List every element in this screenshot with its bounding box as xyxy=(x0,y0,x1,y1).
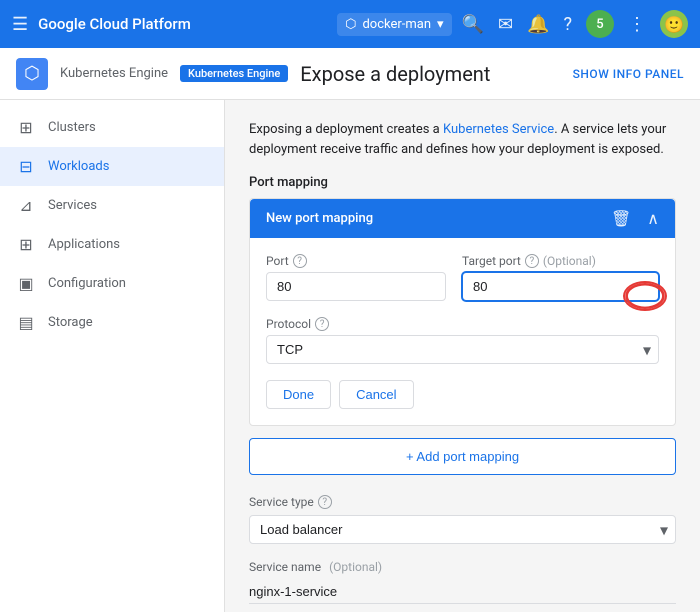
protocol-help-icon[interactable]: ? xyxy=(315,317,329,331)
sidebar-item-services[interactable]: ⊿ Services xyxy=(0,186,224,225)
sidebar-item-configuration[interactable]: ▣ Configuration xyxy=(0,264,224,303)
port-help-icon[interactable]: ? xyxy=(293,254,307,268)
port-mapping-card: New port mapping 🗑 ∧ Port ? xyxy=(249,198,676,426)
notification-icon[interactable]: 🔔 xyxy=(527,14,549,35)
target-port-help-icon[interactable]: ? xyxy=(525,254,539,268)
protocol-group: Protocol ? TCP UDP ▾ xyxy=(266,317,659,364)
target-port-optional: (Optional) xyxy=(543,254,596,268)
sub-header: ⬡ Kubernetes Engine Kubernetes Engine Ex… xyxy=(0,48,700,100)
sidebar-item-applications[interactable]: ⊞ Applications xyxy=(0,225,224,264)
port-group: Port ? xyxy=(266,254,446,301)
add-port-mapping-button[interactable]: + Add port mapping xyxy=(249,438,676,475)
storage-icon: ▤ xyxy=(16,313,36,332)
avatar[interactable]: 5 xyxy=(586,10,614,38)
help-icon[interactable]: ? xyxy=(563,14,572,35)
sidebar-item-storage[interactable]: ▤ Storage xyxy=(0,303,224,342)
top-navigation: ☰ Google Cloud Platform ⬡ docker-man ▾ 🔍… xyxy=(0,0,700,48)
protocol-select-wrapper: TCP UDP ▾ xyxy=(266,335,659,364)
service-name-optional: (Optional) xyxy=(329,560,382,574)
project-name: docker-man xyxy=(362,17,431,32)
workloads-icon: ⊟ xyxy=(16,157,36,176)
done-button[interactable]: Done xyxy=(266,380,331,409)
service-name-section: Service name (Optional) xyxy=(249,560,676,604)
k8s-icon: ⬡ xyxy=(16,58,48,90)
port-input[interactable] xyxy=(266,272,446,301)
search-icon[interactable]: 🔍 xyxy=(462,14,484,35)
card-body: Port ? Target port ? (Optional) xyxy=(250,238,675,425)
clusters-icon: ⊞ xyxy=(16,118,36,137)
configuration-label: Configuration xyxy=(48,276,126,291)
port-target-row: Port ? Target port ? (Optional) xyxy=(266,254,659,301)
breadcrumb-badge: Kubernetes Engine xyxy=(180,65,288,82)
main-layout: ⊞ Clusters ⊟ Workloads ⊿ Services ⊞ Appl… xyxy=(0,100,700,612)
storage-label: Storage xyxy=(48,315,93,330)
delete-icon[interactable]: 🗑 xyxy=(611,209,631,228)
content-area: Exposing a deployment creates a Kubernet… xyxy=(225,100,700,612)
collapse-icon[interactable]: ∧ xyxy=(647,209,659,228)
services-label: Services xyxy=(48,198,97,213)
service-name-label: Service name (Optional) xyxy=(249,560,676,574)
cancel-button[interactable]: Cancel xyxy=(339,380,413,409)
service-name-input[interactable] xyxy=(249,580,676,604)
target-port-input[interactable] xyxy=(462,272,659,301)
sidebar: ⊞ Clusters ⊟ Workloads ⊿ Services ⊞ Appl… xyxy=(0,100,225,612)
configuration-icon: ▣ xyxy=(16,274,36,293)
port-mapping-section-label: Port mapping xyxy=(249,175,676,190)
services-icon: ⊿ xyxy=(16,196,36,215)
project-dropdown-icon: ▾ xyxy=(437,17,444,32)
sidebar-item-workloads[interactable]: ⊟ Workloads xyxy=(0,147,224,186)
menu-icon[interactable]: ☰ xyxy=(12,14,28,35)
card-title: New port mapping xyxy=(266,211,373,226)
user-avatar-image: 🙂 xyxy=(660,10,688,38)
kubernetes-service-link[interactable]: Kubernetes Service xyxy=(443,122,554,137)
service-type-help-icon[interactable]: ? xyxy=(318,495,332,509)
show-info-panel-button[interactable]: SHOW INFO PANEL xyxy=(573,67,684,81)
service-type-select[interactable]: Load balancer ClusterIP NodePort xyxy=(249,515,676,544)
sidebar-item-clusters[interactable]: ⊞ Clusters xyxy=(0,108,224,147)
more-icon[interactable]: ⋮ xyxy=(628,14,646,35)
protocol-label: Protocol ? xyxy=(266,317,659,331)
clusters-label: Clusters xyxy=(48,120,96,135)
service-type-label: Service type ? xyxy=(249,495,676,509)
card-header-icons: 🗑 ∧ xyxy=(611,209,659,228)
service-type-select-wrapper: Load balancer ClusterIP NodePort ▾ xyxy=(249,515,676,544)
card-header: New port mapping 🗑 ∧ xyxy=(250,199,675,238)
service-type-section: Service type ? Load balancer ClusterIP N… xyxy=(249,495,676,544)
protocol-select[interactable]: TCP UDP xyxy=(266,335,659,364)
port-label: Port ? xyxy=(266,254,446,268)
page-title: Expose a deployment xyxy=(300,62,490,86)
intro-text: Exposing a deployment creates a Kubernet… xyxy=(249,120,676,159)
project-selector[interactable]: ⬡ docker-man ▾ xyxy=(337,13,451,36)
applications-label: Applications xyxy=(48,237,120,252)
email-icon[interactable]: ✉ xyxy=(498,14,513,35)
nav-icons: 🔍 ✉ 🔔 ? 5 ⋮ 🙂 xyxy=(462,10,688,38)
target-port-label: Target port ? (Optional) xyxy=(462,254,659,268)
target-port-group: Target port ? (Optional) xyxy=(462,254,659,301)
app-title: Google Cloud Platform xyxy=(38,15,327,33)
form-actions: Done Cancel xyxy=(266,380,659,409)
applications-icon: ⊞ xyxy=(16,235,36,254)
breadcrumb: Kubernetes Engine xyxy=(60,66,168,81)
workloads-label: Workloads xyxy=(48,159,109,174)
target-port-wrapper xyxy=(462,272,659,301)
project-icon: ⬡ xyxy=(345,17,356,32)
